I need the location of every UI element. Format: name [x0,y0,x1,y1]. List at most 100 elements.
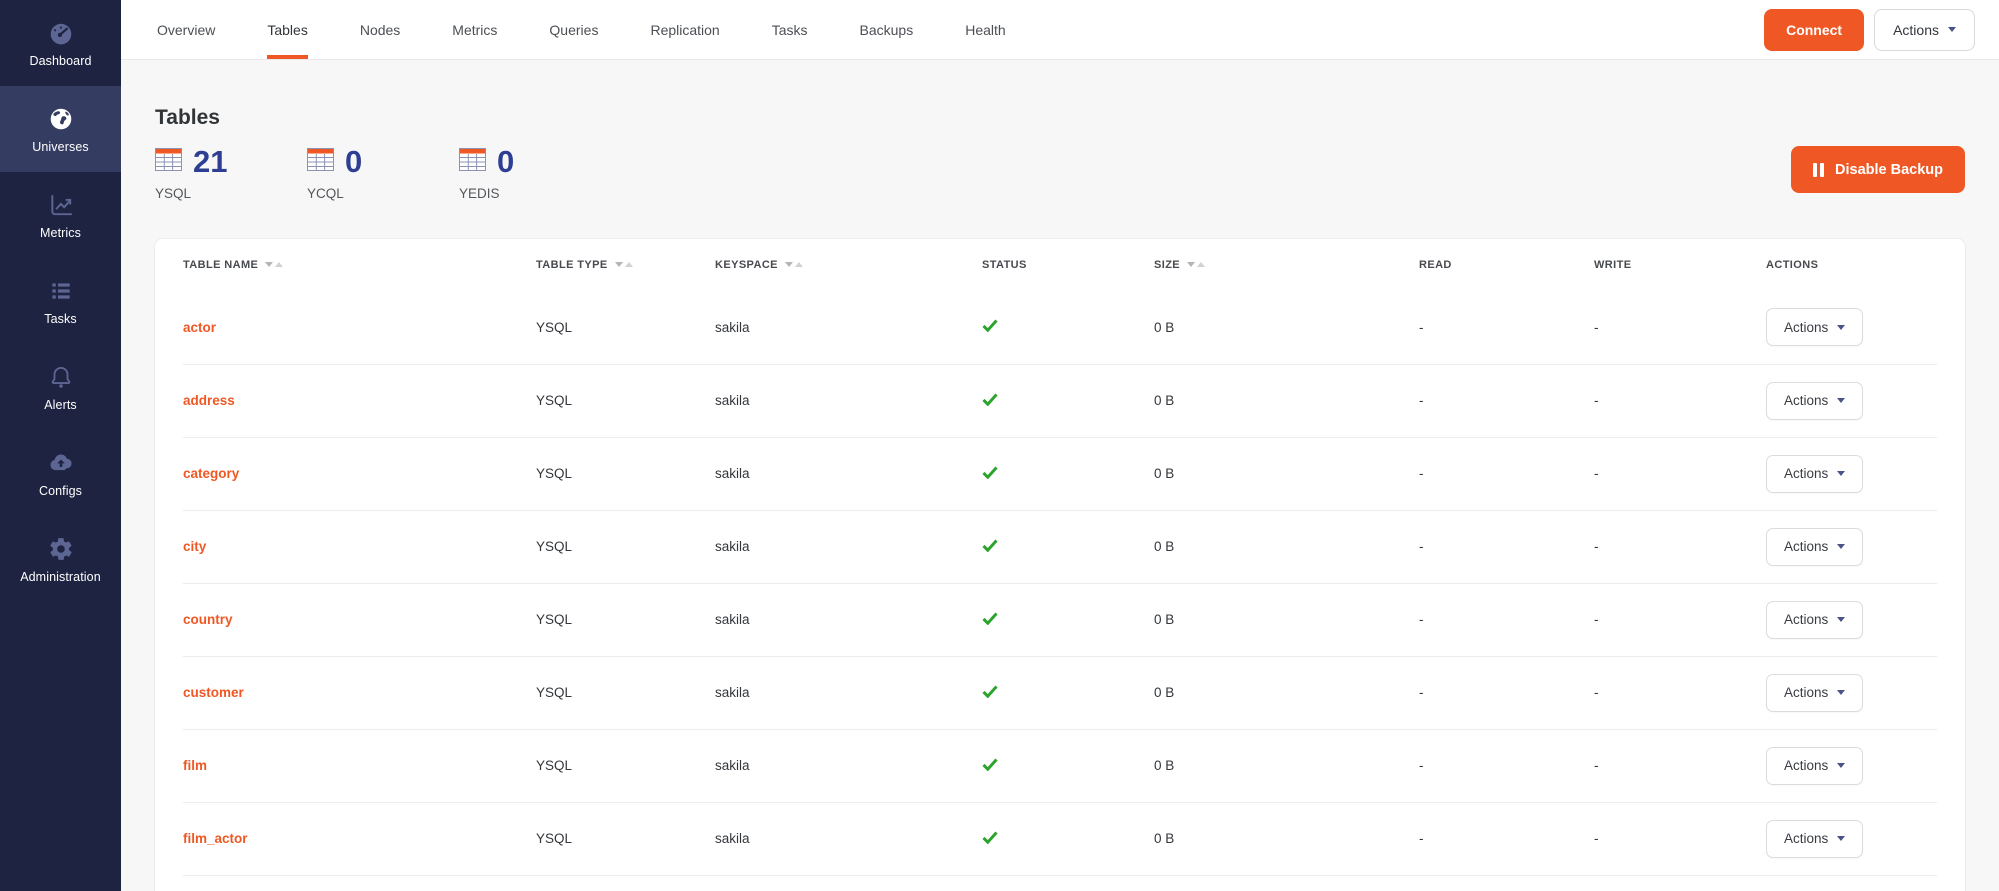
tasks-icon [46,277,76,305]
app-root: Dashboard Universes Metrics Tasks Alerts Conf… [0,0,1999,891]
sidebar-item-dashboard[interactable]: Dashboard [0,0,121,86]
row-actions-button[interactable]: Actions [1766,308,1863,346]
sort-icon[interactable] [1187,262,1205,267]
table-name-link[interactable]: city [183,539,206,554]
column-header-read: READ [1419,239,1594,291]
stat-label: YEDIS [459,186,611,201]
table-name-link[interactable]: actor [183,320,216,335]
status-ok-icon [982,466,998,479]
row-actions-button[interactable]: Actions [1766,382,1863,420]
tab-label: Tables [267,22,307,38]
stat-ycql: 0YCQL [307,146,459,201]
tab-label: Metrics [452,22,497,38]
write-cell: - [1594,291,1766,364]
write-cell: - [1594,583,1766,656]
universe-actions-button[interactable]: Actions [1874,9,1975,51]
tab-nodes[interactable]: Nodes [334,0,426,59]
chevron-down-icon [1837,617,1845,622]
table-name-link[interactable]: film_actor [183,831,248,846]
connect-button[interactable]: Connect [1764,9,1864,51]
tab-metrics[interactable]: Metrics [426,0,523,59]
write-cell: - [1594,437,1766,510]
row-actions-label: Actions [1784,612,1828,627]
stat-count: 21 [193,146,227,177]
sidebar-item-label: Metrics [40,226,81,240]
tab-tables[interactable]: Tables [241,0,333,59]
row-actions-button[interactable]: Actions [1766,601,1863,639]
keyspace-cell: sakila [715,802,982,875]
main-area: Overview Tables Nodes Metrics Queries Replica… [121,0,1999,891]
sort-icon[interactable] [265,262,283,267]
sidebar-item-label: Configs [39,484,82,498]
sidebar-item-label: Universes [32,140,88,154]
write-cell: - [1594,802,1766,875]
column-header-label: TABLE NAME [183,259,258,271]
sort-icon[interactable] [615,262,633,267]
tab-label: Replication [650,22,719,38]
row-actions-button[interactable]: Actions [1766,747,1863,785]
sidebar-item-configs[interactable]: Configs [0,430,121,516]
keyspace-cell: sakila [715,291,982,364]
sidebar-item-universes[interactable]: Universes [0,86,121,172]
sort-asc-icon [275,262,283,267]
row-actions-label: Actions [1784,831,1828,846]
tab-label: Tasks [772,22,808,38]
disable-backup-button[interactable]: Disable Backup [1791,146,1965,193]
table-name-link[interactable]: film [183,758,207,773]
chevron-down-icon [1837,398,1845,403]
chevron-down-icon [1837,471,1845,476]
sort-asc-icon [625,262,633,267]
table-name-link[interactable]: address [183,393,235,408]
table-row-film: filmYSQLsakila0 B--Actions [183,729,1937,802]
tab-queries[interactable]: Queries [523,0,624,59]
column-header-label: KEYSPACE [715,259,778,271]
column-header-table-type[interactable]: TABLE TYPE [536,239,715,291]
status-ok-icon [982,539,998,552]
row-actions-button[interactable]: Actions [1766,455,1863,493]
read-cell: - [1419,583,1594,656]
chevron-down-icon [1837,763,1845,768]
sort-icon[interactable] [785,262,803,267]
sidebar-item-label: Dashboard [29,54,91,68]
tab-replication[interactable]: Replication [624,0,745,59]
table-counts: 21YSQL0YCQL0YEDIS [155,146,611,201]
row-actions-button[interactable]: Actions [1766,674,1863,712]
table-grid-icon [155,148,182,176]
status-ok-icon [982,685,998,698]
column-header-label: READ [1419,259,1452,271]
keyspace-cell: sakila [715,437,982,510]
column-header-size[interactable]: SIZE [1154,239,1419,291]
chevron-down-icon [1837,690,1845,695]
row-actions-button[interactable]: Actions [1766,528,1863,566]
sidebar-item-label: Tasks [44,312,76,326]
table-name-link[interactable]: customer [183,685,244,700]
table-name-link[interactable]: category [183,466,239,481]
sidebar-item-metrics[interactable]: Metrics [0,172,121,258]
row-actions-button[interactable]: Actions [1766,820,1863,858]
column-header-label: STATUS [982,259,1027,271]
sidebar-item-alerts[interactable]: Alerts [0,344,121,430]
tab-tasks[interactable]: Tasks [746,0,834,59]
tab-label: Backups [860,22,914,38]
tab-health[interactable]: Health [939,0,1031,59]
tab-overview[interactable]: Overview [157,0,241,59]
column-header-actions: ACTIONS [1766,239,1937,291]
tab-backups[interactable]: Backups [834,0,940,59]
sidebar-item-tasks[interactable]: Tasks [0,258,121,344]
column-header-table-name[interactable]: TABLE NAME [183,239,536,291]
table-name-link[interactable]: country [183,612,233,627]
universe-tabs: Overview Tables Nodes Metrics Queries Replica… [157,0,1032,59]
column-header-label: TABLE TYPE [536,259,608,271]
table-stats-row: 21YSQL0YCQL0YEDIS Disable Backup [155,146,1965,201]
column-header-keyspace[interactable]: KEYSPACE [715,239,982,291]
size-cell: 0 B [1154,802,1419,875]
sort-asc-icon [795,262,803,267]
table-grid-icon [459,148,486,176]
table-type-cell: YSQL [536,583,715,656]
size-cell: 0 B [1154,510,1419,583]
column-header-label: SIZE [1154,259,1180,271]
size-cell: 0 B [1154,656,1419,729]
sidebar-item-administration[interactable]: Administration [0,516,121,602]
tables-card: TABLE NAME TABLE TYPE KEYSPACE STATUS SIZE RE… [155,239,1965,891]
table-row-city: cityYSQLsakila0 B--Actions [183,510,1937,583]
